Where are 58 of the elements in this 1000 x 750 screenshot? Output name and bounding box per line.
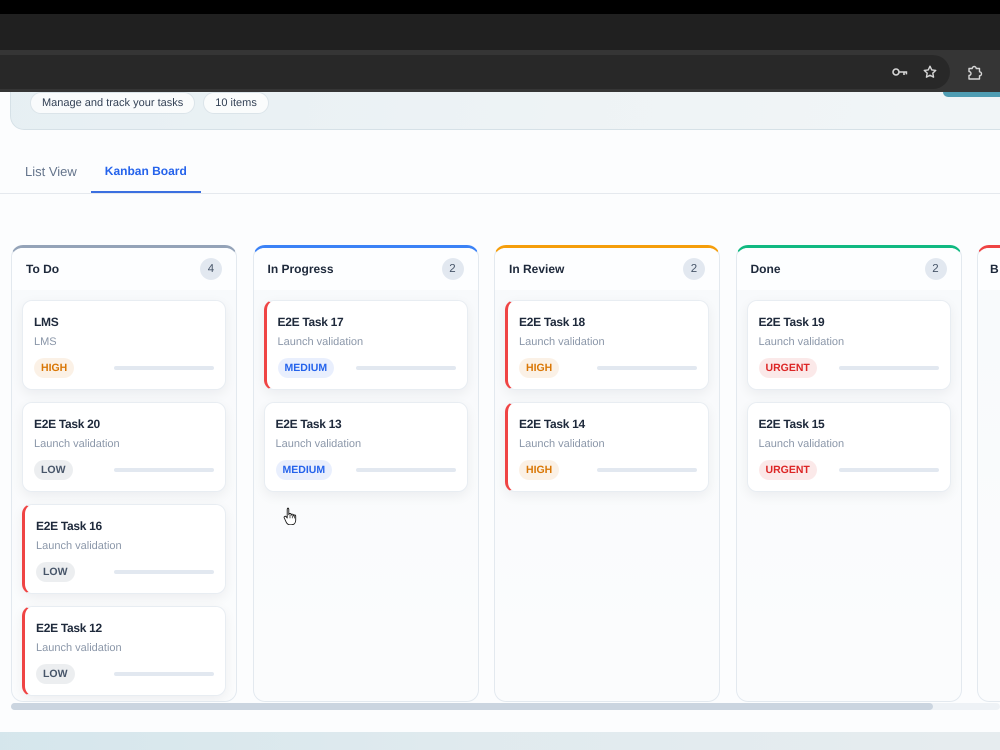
task-title: E2E Task 13 (276, 416, 342, 432)
task-count: 2 (442, 258, 464, 280)
task-description: LMS (34, 335, 57, 350)
view-tab[interactable]: List View (11, 151, 91, 193)
task-description: Launch validation (519, 437, 605, 452)
task-count: 2 (683, 258, 705, 280)
task-description: Launch validation (36, 641, 122, 656)
key-icon[interactable] (892, 67, 908, 77)
hand-cursor-icon (283, 507, 297, 525)
task-title: E2E Task 16 (36, 518, 102, 534)
task-description: Launch validation (34, 437, 120, 452)
view-tab[interactable]: Kanban Board (90, 151, 201, 193)
column-title: To Do (26, 262, 60, 276)
task-description: Launch validation (276, 437, 362, 452)
task-count: 4 (200, 258, 222, 280)
priority-tag: HIGH (519, 460, 560, 480)
column-title: B (990, 262, 999, 276)
task-card[interactable]: E2E Task 15 Launch validation URGENT (746, 402, 950, 492)
task-title: E2E Task 20 (34, 416, 100, 432)
task-title: E2E Task 12 (36, 620, 102, 636)
priority-tag: LOW (36, 562, 74, 582)
task-description: Launch validation (519, 335, 605, 350)
task-card[interactable]: E2E Task 18 Launch validation HIGH (505, 300, 709, 390)
task-description: Launch validation (36, 539, 122, 554)
task-description: Launch validation (758, 437, 844, 452)
priority-tag: LOW (36, 664, 74, 684)
task-title: E2E Task 19 (758, 314, 824, 330)
puzzle-icon[interactable] (967, 64, 983, 80)
task-card[interactable]: E2E Task 14 Launch validation HIGH (505, 402, 709, 492)
task-title: E2E Task 17 (278, 314, 344, 330)
task-title: LMS (34, 314, 58, 330)
task-card[interactable]: E2E Task 12 Launch validation LOW (22, 606, 226, 696)
task-card[interactable]: E2E Task 20 Launch validation LOW (22, 402, 226, 492)
task-title: E2E Task 14 (519, 416, 585, 432)
star-icon[interactable] (923, 65, 937, 79)
priority-tag: HIGH (519, 358, 560, 378)
task-description: Launch validation (278, 335, 364, 350)
task-card[interactable]: E2E Task 19 Launch validation URGENT (746, 300, 950, 390)
column-title: Done (750, 262, 780, 276)
task-count: 2 (924, 258, 946, 280)
priority-tag: URGENT (758, 460, 817, 480)
task-title: E2E Task 18 (519, 314, 585, 330)
priority-tag: MEDIUM (278, 358, 334, 378)
task-card[interactable]: E2E Task 13 Launch validation MEDIUM (264, 402, 468, 492)
column-title: In Progress (268, 262, 334, 276)
task-description: Launch validation (758, 335, 844, 350)
info-chip: 10 items (203, 92, 269, 114)
priority-tag: HIGH (34, 358, 74, 378)
task-card[interactable]: E2E Task 17 Launch validation MEDIUM (264, 300, 468, 390)
header-action-button[interactable] (943, 92, 1000, 97)
task-title: E2E Task 15 (758, 416, 824, 432)
priority-tag: URGENT (758, 358, 817, 378)
column-title: In Review (509, 262, 564, 276)
task-card[interactable]: E2E Task 16 Launch validation LOW (22, 504, 226, 594)
info-chip: Manage and track your tasks (30, 92, 196, 114)
priority-tag: MEDIUM (276, 460, 332, 480)
priority-tag: LOW (34, 460, 72, 480)
task-card[interactable]: LMS LMS HIGH (22, 300, 226, 390)
